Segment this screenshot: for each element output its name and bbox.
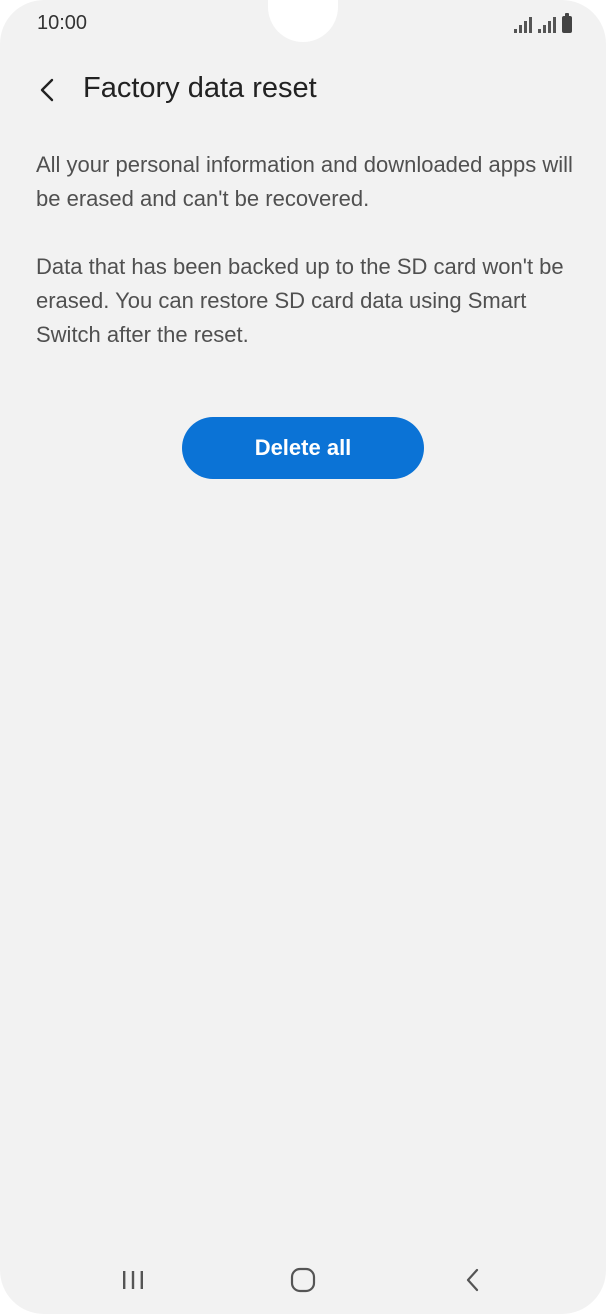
home-button[interactable] bbox=[273, 1260, 333, 1300]
sd-card-info-text: Data that has been backed up to the SD c… bbox=[36, 254, 564, 347]
battery-icon bbox=[562, 13, 572, 33]
home-icon bbox=[290, 1267, 316, 1293]
page-title: Factory data reset bbox=[83, 72, 317, 104]
signal-icon bbox=[514, 15, 532, 33]
phone-screen: 10:00 Factory data reset All your person… bbox=[0, 0, 606, 1314]
recents-icon bbox=[123, 1271, 143, 1289]
erase-warning-text: All your personal information and downlo… bbox=[36, 152, 573, 211]
navigation-bar bbox=[0, 1250, 606, 1310]
back-button[interactable] bbox=[28, 70, 68, 110]
app-header: Factory data reset bbox=[0, 62, 606, 118]
status-icons bbox=[514, 13, 572, 33]
chevron-left-icon bbox=[40, 78, 54, 102]
signal-icon bbox=[538, 15, 556, 33]
nav-back-button[interactable] bbox=[443, 1260, 503, 1300]
status-bar: 10:00 bbox=[0, 0, 606, 48]
back-icon bbox=[466, 1268, 479, 1292]
reset-description: All your personal information and downlo… bbox=[36, 148, 576, 386]
delete-all-button[interactable]: Delete all bbox=[182, 417, 424, 479]
recents-button[interactable] bbox=[103, 1260, 163, 1300]
status-time: 10:00 bbox=[37, 12, 88, 34]
